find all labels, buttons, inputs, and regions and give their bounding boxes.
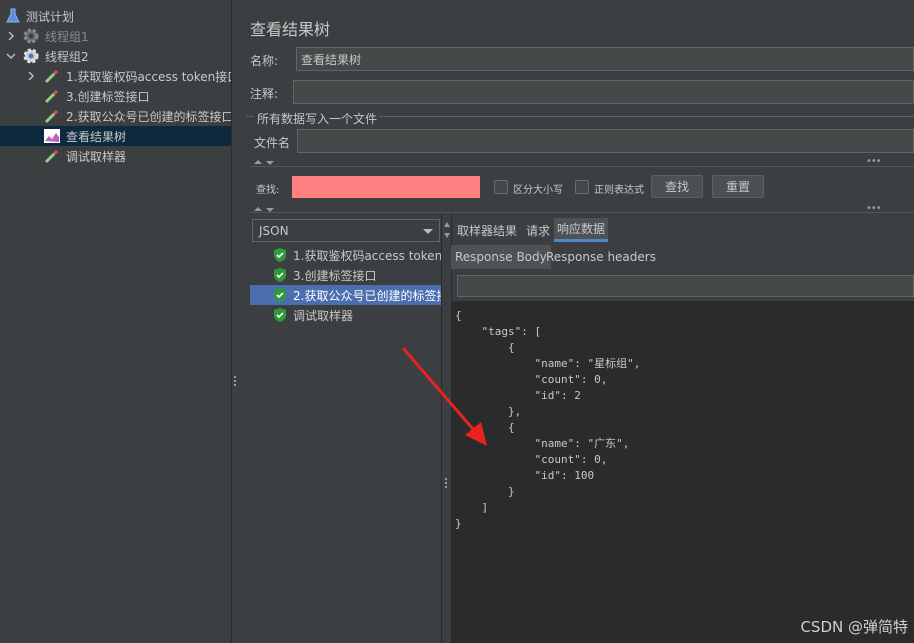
- response-search-input[interactable]: [457, 275, 914, 297]
- chevron-right-icon[interactable]: [26, 71, 36, 81]
- tree-item-label: 1.获取鉴权码access token接口: [66, 69, 240, 84]
- more-icon[interactable]: •••: [866, 203, 882, 214]
- result-item[interactable]: 3.创建标签接口: [250, 265, 442, 285]
- response-line: ]: [455, 501, 489, 514]
- result-item-label: 2.获取公众号已创建的标签接: [293, 288, 442, 303]
- reset-button[interactable]: 重置: [712, 175, 764, 198]
- flask-icon: [6, 8, 20, 23]
- response-line: }: [455, 517, 462, 530]
- name-field[interactable]: 查看结果树: [296, 47, 914, 71]
- comment-field[interactable]: [293, 80, 914, 104]
- tab-sampler-result[interactable]: 取样器结果: [454, 218, 520, 242]
- result-item-label: 调试取样器: [293, 308, 354, 323]
- chevron-up-small-icon[interactable]: [443, 221, 451, 229]
- pipette-icon: [44, 89, 59, 104]
- tab-response-data[interactable]: 响应数据: [554, 218, 609, 242]
- case-sensitive-label: 区分大小写: [513, 185, 563, 196]
- test-plan-tree: 测试计划 线程组1 线程组2 1.获取鉴权码access token接口 3.创…: [0, 0, 239, 643]
- tree-splitter[interactable]: [231, 0, 240, 643]
- filename-label: 文件名: [254, 136, 291, 150]
- subtab-response-body[interactable]: Response Body: [451, 245, 551, 269]
- collapse-down-icon[interactable]: [266, 161, 274, 165]
- collapse-down-icon[interactable]: [266, 208, 274, 212]
- case-sensitive-checkbox[interactable]: [494, 180, 508, 194]
- result-item-label: 1.获取鉴权码access token接: [293, 248, 442, 263]
- pipette-icon: [44, 149, 59, 164]
- name-label: 名称:: [250, 54, 279, 68]
- response-line: "count": 0,: [455, 453, 608, 466]
- regex-checkbox[interactable]: [575, 180, 589, 194]
- response-line: "id": 100: [455, 469, 595, 482]
- search-label: 查找:: [256, 185, 280, 196]
- success-shield-icon: [274, 308, 286, 322]
- chevron-down-small-icon[interactable]: [443, 231, 451, 239]
- renderer-select[interactable]: JSON: [252, 219, 440, 242]
- results-splitter[interactable]: [250, 203, 914, 213]
- response-line: }: [455, 485, 515, 498]
- search-input[interactable]: [292, 176, 480, 198]
- find-button[interactable]: 查找: [651, 175, 703, 198]
- tree-item-label: 线程组1: [45, 29, 89, 44]
- page-title: 查看结果树: [250, 20, 331, 39]
- result-item[interactable]: 调试取样器: [250, 305, 442, 325]
- tree-item-label: 线程组2: [45, 49, 89, 64]
- annotation-arrow-icon: [401, 347, 487, 446]
- result-item-label: 3.创建标签接口: [293, 268, 377, 283]
- splitter-grip-icon[interactable]: [445, 478, 448, 491]
- regex-label: 正则表达式: [594, 185, 644, 196]
- splitter-grip-icon[interactable]: [234, 376, 237, 389]
- subtab-response-headers[interactable]: Response headers: [542, 245, 660, 269]
- gear-icon: [23, 28, 39, 44]
- success-shield-icon: [274, 248, 286, 262]
- gear-icon: [23, 48, 39, 64]
- tree-item-view-results-tree[interactable]: 查看结果树: [0, 126, 231, 146]
- result-item[interactable]: 1.获取鉴权码access token接: [250, 245, 442, 265]
- more-icon[interactable]: •••: [866, 156, 882, 167]
- tree-item-label: 查看结果树: [66, 129, 127, 144]
- tree-item-label: 调试取样器: [66, 149, 127, 164]
- comment-label: 注释:: [250, 87, 279, 101]
- chart-icon: [44, 129, 60, 143]
- response-line: {: [455, 309, 462, 322]
- tree-item-label: 2.获取公众号已创建的标签接口: [66, 109, 234, 124]
- jmeter-window: 测试计划 线程组1 线程组2 1.获取鉴权码access token接口 3.创…: [0, 0, 914, 643]
- pipette-icon: [44, 69, 59, 84]
- filename-field[interactable]: [297, 129, 914, 153]
- success-shield-icon: [274, 288, 286, 302]
- success-shield-icon: [274, 268, 286, 282]
- tab-request[interactable]: 请求: [523, 218, 553, 242]
- renderer-select-value: JSON: [259, 223, 289, 238]
- chevron-right-icon[interactable]: [6, 31, 16, 41]
- group-border: [379, 116, 914, 117]
- watermark: CSDN @弹简特: [800, 618, 908, 636]
- pipette-icon: [44, 109, 59, 124]
- tree-item-label: 测试计划: [26, 9, 75, 24]
- search-splitter[interactable]: [250, 157, 914, 167]
- chevron-down-icon: [423, 229, 433, 234]
- result-item-selected[interactable]: 2.获取公众号已创建的标签接: [250, 285, 442, 305]
- collapse-up-icon[interactable]: [254, 207, 262, 211]
- collapse-up-icon[interactable]: [254, 160, 262, 164]
- tree-item-label: 3.创建标签接口: [66, 89, 150, 104]
- chevron-down-icon[interactable]: [6, 51, 16, 61]
- view-results-tree-panel: 查看结果树 名称: 查看结果树 注释: 所有数据写入一个文件 文件名 ••• 查…: [240, 0, 914, 643]
- file-group-title: 所有数据写入一个文件: [257, 112, 378, 126]
- response-line: "tags": [: [455, 325, 542, 338]
- group-border: [246, 116, 254, 117]
